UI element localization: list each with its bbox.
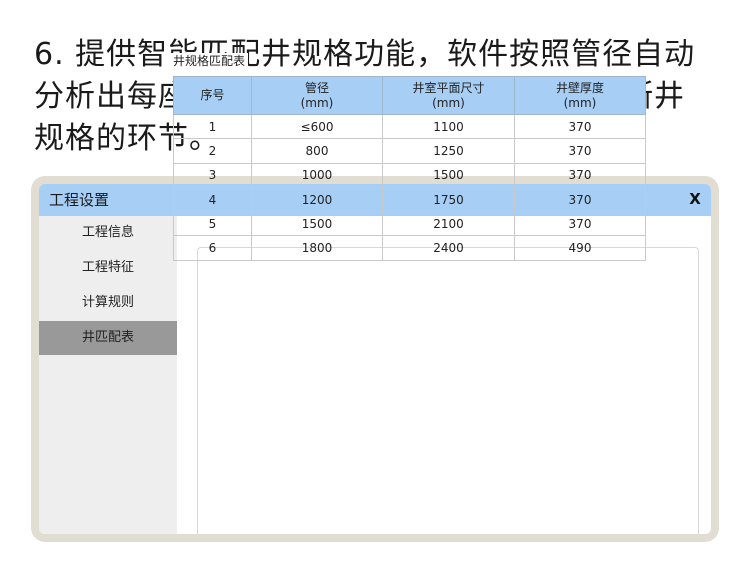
- sidebar-item-project-info[interactable]: 工程信息: [39, 216, 177, 250]
- cell-chamber-size[interactable]: 1750: [382, 186, 515, 213]
- cell-wall-thickness[interactable]: 370: [514, 113, 646, 140]
- table-header-row: 序号 管径 (mm) 井室平面尺寸 (mm) 井壁厚度 (mm): [173, 76, 646, 115]
- header-label: 管径: [304, 80, 329, 95]
- cell-chamber-size[interactable]: 2100: [382, 211, 515, 237]
- col-header-chamber-size: 井室平面尺寸 (mm): [382, 76, 515, 115]
- sidebar-item-well-match-table[interactable]: 井匹配表: [39, 321, 177, 355]
- cell-chamber-size[interactable]: 1100: [382, 113, 515, 140]
- cell-index[interactable]: 4: [173, 186, 252, 213]
- cell-wall-thickness[interactable]: 370: [514, 138, 646, 164]
- well-spec-groupbox: [197, 247, 699, 534]
- col-header-pipe-diameter: 管径 (mm): [251, 76, 383, 115]
- header-unit: (mm): [300, 95, 334, 110]
- cell-pipe-diameter[interactable]: 1800: [251, 235, 383, 261]
- header-label: 序号: [200, 88, 225, 102]
- cell-pipe-diameter[interactable]: 1200: [251, 186, 383, 213]
- table-row[interactable]: 1 ≤600 1100 370: [173, 113, 646, 140]
- cell-pipe-diameter[interactable]: 1500: [251, 211, 383, 237]
- sidebar-item-project-features[interactable]: 工程特征: [39, 251, 177, 285]
- header-unit: (mm): [432, 95, 465, 110]
- table-row[interactable]: 3 1000 1500 370: [173, 162, 646, 188]
- settings-sidebar: 工程信息 工程特征 计算规则 井匹配表: [39, 216, 177, 534]
- cell-pipe-diameter[interactable]: 800: [251, 138, 383, 164]
- sidebar-item-calc-rules[interactable]: 计算规则: [39, 286, 177, 320]
- header-label: 井室平面尺寸: [412, 80, 485, 95]
- groupbox-legend: 井规格匹配表: [170, 53, 249, 69]
- close-button[interactable]: X: [687, 188, 703, 210]
- table-row[interactable]: 4 1200 1750 370: [173, 186, 646, 213]
- cell-chamber-size[interactable]: 2400: [382, 235, 515, 261]
- well-spec-table: 序号 管径 (mm) 井室平面尺寸 (mm) 井壁厚度 (mm) 1 ≤600 …: [173, 76, 646, 261]
- cell-pipe-diameter[interactable]: 1000: [251, 162, 383, 188]
- table-row[interactable]: 2 800 1250 370: [173, 138, 646, 164]
- cell-wall-thickness[interactable]: 370: [514, 186, 646, 213]
- cell-chamber-size[interactable]: 1250: [382, 138, 515, 164]
- dialog-title: 工程设置: [49, 191, 110, 209]
- col-header-index: 序号: [173, 76, 252, 115]
- cell-index[interactable]: 5: [173, 211, 252, 237]
- table-row[interactable]: 6 1800 2400 490: [173, 235, 646, 261]
- col-header-wall-thickness: 井壁厚度 (mm): [514, 76, 646, 115]
- cell-index[interactable]: 6: [173, 235, 252, 261]
- cell-wall-thickness[interactable]: 370: [514, 211, 646, 237]
- cell-wall-thickness[interactable]: 490: [514, 235, 646, 261]
- cell-pipe-diameter[interactable]: ≤600: [251, 113, 383, 140]
- settings-content: [177, 216, 711, 534]
- header-unit: (mm): [563, 95, 597, 110]
- cell-index[interactable]: 2: [173, 138, 252, 164]
- cell-wall-thickness[interactable]: 370: [514, 162, 646, 188]
- caption-line: 6. 提供智能匹配井规格功能，软件按照管径自动: [34, 37, 696, 72]
- table-row[interactable]: 5 1500 2100 370: [173, 211, 646, 237]
- cell-index[interactable]: 1: [173, 113, 252, 140]
- cell-chamber-size[interactable]: 1500: [382, 162, 515, 188]
- header-label: 井壁厚度: [555, 80, 604, 95]
- cell-index[interactable]: 3: [173, 162, 252, 188]
